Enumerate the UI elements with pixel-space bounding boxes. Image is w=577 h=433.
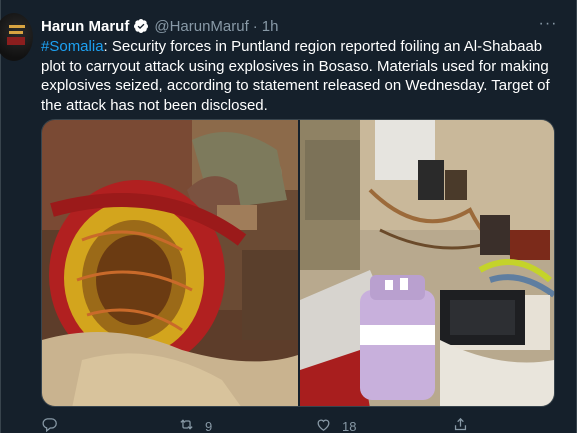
tweet-text: #Somalia: Security forces in Puntland re… <box>41 37 561 115</box>
share-icon <box>452 416 469 433</box>
tweet-actions: 9 18 <box>41 416 541 433</box>
photo-seized-materials[interactable] <box>300 120 554 406</box>
like-count: 18 <box>342 418 357 433</box>
share-button[interactable] <box>452 416 469 433</box>
tweet-card[interactable]: Harun Maruf @HarunMaruf · 1h ··· #Somali… <box>0 0 577 433</box>
avatar[interactable] <box>0 13 33 61</box>
tweet-header: Harun Maruf @HarunMaruf · 1h <box>41 16 278 36</box>
retweet-button[interactable]: 9 <box>178 416 315 433</box>
like-icon <box>315 416 332 433</box>
tweet-body: : Security forces in Puntland region rep… <box>41 38 550 114</box>
hashtag-link[interactable]: #Somalia <box>41 38 104 55</box>
more-label: ··· <box>538 15 558 32</box>
separator-dot: · <box>252 17 258 35</box>
media-grid <box>41 119 555 407</box>
verified-badge-icon <box>133 18 149 34</box>
like-button[interactable]: 18 <box>315 416 452 433</box>
more-icon[interactable]: ··· <box>536 14 560 34</box>
photo-motor-coil[interactable] <box>42 120 298 406</box>
author-name[interactable]: Harun Maruf <box>41 18 129 35</box>
reply-icon <box>41 416 58 433</box>
author-handle[interactable]: @HarunMaruf <box>154 18 248 35</box>
tweet-timestamp[interactable]: 1h <box>262 18 279 35</box>
retweet-icon <box>178 416 195 433</box>
reply-button[interactable] <box>41 416 178 433</box>
retweet-count: 9 <box>205 418 213 433</box>
